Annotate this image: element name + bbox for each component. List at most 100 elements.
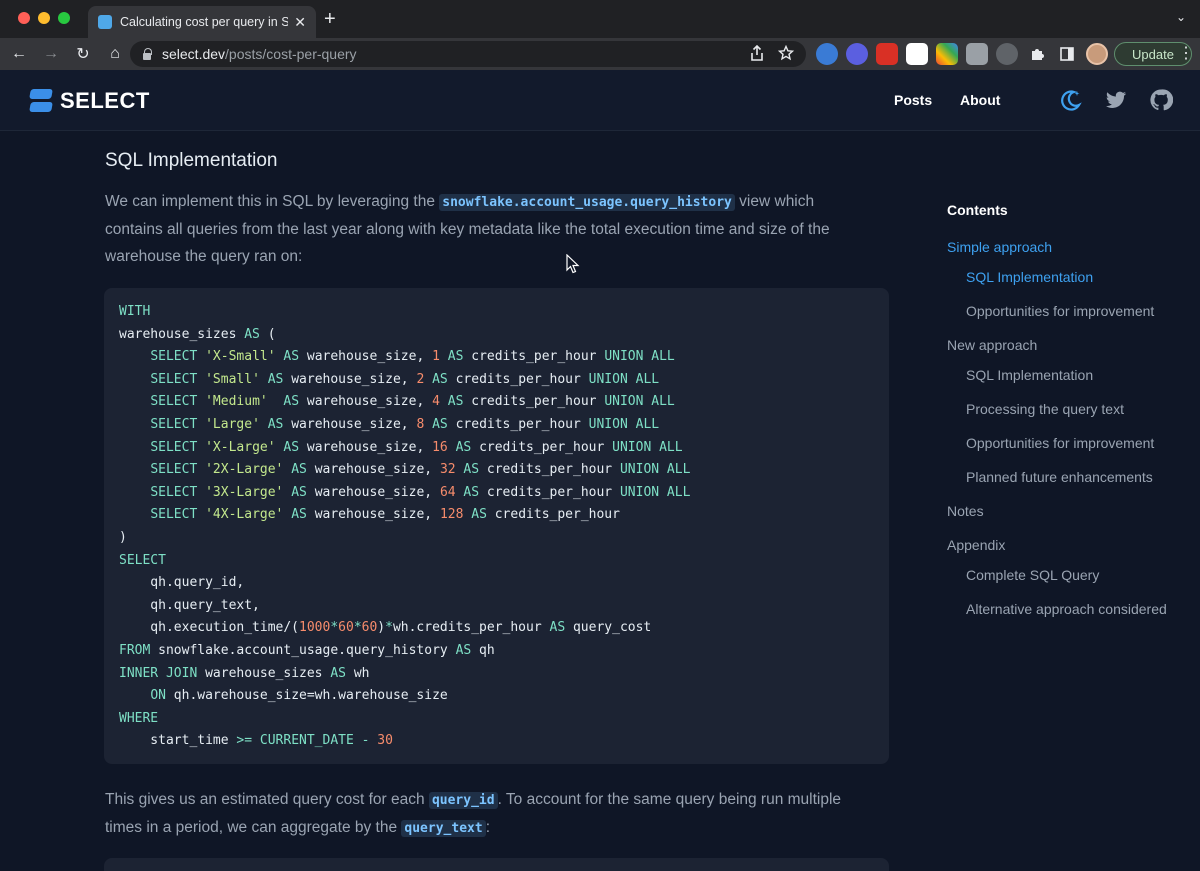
- code-line: SELECT '4X-Large' AS warehouse_size, 128…: [119, 504, 874, 527]
- sidebar-icon[interactable]: [1056, 43, 1078, 65]
- new-tab-button[interactable]: +: [324, 8, 336, 31]
- code-token: AS: [291, 484, 307, 500]
- code-token: credits_per_hour: [463, 349, 605, 365]
- code-token: UNION ALL: [588, 371, 660, 387]
- extension-6-icon[interactable]: [966, 43, 988, 65]
- lock-icon[interactable]: [142, 48, 152, 60]
- code-token: SELECT: [150, 462, 198, 478]
- code-token: AS: [330, 665, 346, 681]
- bookmark-star-icon[interactable]: [778, 45, 794, 61]
- toc-item[interactable]: Notes: [947, 500, 1177, 522]
- forward-button[interactable]: →: [38, 45, 64, 63]
- extension-2-icon[interactable]: [846, 43, 868, 65]
- code-token: '3X-Large': [205, 484, 284, 500]
- code-token: AS: [283, 349, 300, 365]
- code-token: SELECT: [150, 371, 198, 387]
- code-token: qh.query_text,: [119, 597, 260, 613]
- extension-1-icon[interactable]: [816, 43, 838, 65]
- share-icon[interactable]: [750, 45, 764, 61]
- close-window-button[interactable]: [18, 12, 30, 24]
- code-token: warehouse_size,: [306, 507, 440, 523]
- code-token: 'Large': [205, 416, 260, 432]
- extension-3-icon[interactable]: [876, 43, 898, 65]
- code-token: 'Small': [205, 371, 260, 387]
- theme-toggle-icon[interactable]: [1059, 88, 1083, 112]
- toc-item[interactable]: Planned future enhancements: [966, 466, 1196, 488]
- code-token: INNER JOIN: [119, 665, 198, 681]
- toc-item[interactable]: SQL Implementation: [966, 364, 1196, 386]
- site-header: SELECT Posts About: [0, 70, 1200, 131]
- code-token: credits_per_hour: [479, 484, 620, 500]
- section-title: SQL Implementation: [105, 150, 278, 171]
- code-token: warehouse_size,: [283, 371, 417, 387]
- inline-code: snowflake.account_usage.query_history: [439, 194, 735, 211]
- toc-item[interactable]: Complete SQL Query: [966, 564, 1196, 586]
- code-line: SELECT 'Small' AS warehouse_size, 2 AS c…: [119, 369, 874, 392]
- url-host: select.dev: [162, 46, 226, 62]
- browser-menu-icon[interactable]: ⋮: [1178, 43, 1194, 63]
- toc-item[interactable]: Appendix: [947, 534, 1177, 556]
- code-line: qh.execution_time/(1000*60*60)*wh.credit…: [119, 617, 874, 640]
- toc-item[interactable]: Opportunities for improvement: [966, 432, 1196, 454]
- toc-title: Contents: [947, 202, 1008, 218]
- back-button[interactable]: ←: [6, 45, 32, 63]
- code-token: *: [385, 620, 393, 636]
- nav-about[interactable]: About: [960, 92, 1000, 108]
- code-token: SELECT: [150, 416, 198, 432]
- toc-item[interactable]: Simple approach: [947, 236, 1177, 258]
- twitter-icon[interactable]: [1104, 88, 1128, 112]
- site-logo[interactable]: SELECT: [29, 88, 150, 114]
- maximize-window-button[interactable]: [58, 12, 70, 24]
- code-token: AS: [291, 462, 307, 478]
- code-token: UNION ALL: [619, 462, 691, 478]
- nav-posts[interactable]: Posts: [894, 92, 932, 108]
- home-button[interactable]: ⌂: [102, 45, 128, 63]
- code-token: 60: [338, 620, 354, 636]
- code-token: 32: [439, 462, 456, 478]
- code-line: WITH: [119, 301, 874, 324]
- sql-code-block[interactable]: WITH warehouse_sizes AS ( SELECT 'X-Small…: [104, 288, 889, 764]
- address-bar[interactable]: select.dev/posts/cost-per-query: [130, 41, 806, 67]
- toc-item[interactable]: SQL Implementation: [966, 266, 1196, 288]
- code-token: AS: [283, 439, 300, 455]
- next-code-block[interactable]: [104, 858, 889, 871]
- code-token: 64: [439, 484, 456, 500]
- code-token: qh.warehouse_size=wh.warehouse_size: [165, 688, 448, 704]
- code-token: 60: [361, 620, 378, 636]
- toc-item[interactable]: Processing the query text: [966, 398, 1196, 420]
- tab-search-icon[interactable]: ⌄: [1176, 10, 1186, 24]
- code-token: 1000: [299, 620, 331, 636]
- code-line: qh.query_text,: [119, 595, 874, 618]
- tab-close-icon[interactable]: ✕: [294, 14, 306, 31]
- profile-avatar[interactable]: [1086, 43, 1108, 65]
- toc-item[interactable]: Opportunities for improvement: [966, 300, 1196, 322]
- code-token: query_cost: [565, 620, 652, 636]
- toc-item[interactable]: Alternative approach considered: [966, 598, 1196, 620]
- code-token: SELECT: [150, 484, 198, 500]
- code-line: warehouse_sizes AS (: [119, 324, 874, 347]
- color-picker-icon[interactable]: [936, 43, 958, 65]
- reload-button[interactable]: ↻: [70, 44, 96, 64]
- code-token: *: [353, 620, 362, 636]
- code-token: AS: [267, 416, 284, 432]
- notion-icon[interactable]: [906, 43, 928, 65]
- toc-item[interactable]: New approach: [947, 334, 1177, 356]
- browser-tab[interactable]: Calculating cost per query in Snowflake …: [88, 6, 316, 38]
- code-line: ON qh.warehouse_size=wh.warehouse_size: [119, 685, 874, 708]
- code-token: SELECT: [119, 552, 166, 568]
- minimize-window-button[interactable]: [38, 12, 50, 24]
- puzzle-icon[interactable]: [1026, 43, 1048, 65]
- ghost-icon[interactable]: [996, 43, 1018, 65]
- code-token: start_time: [119, 733, 237, 749]
- github-icon[interactable]: [1149, 88, 1173, 112]
